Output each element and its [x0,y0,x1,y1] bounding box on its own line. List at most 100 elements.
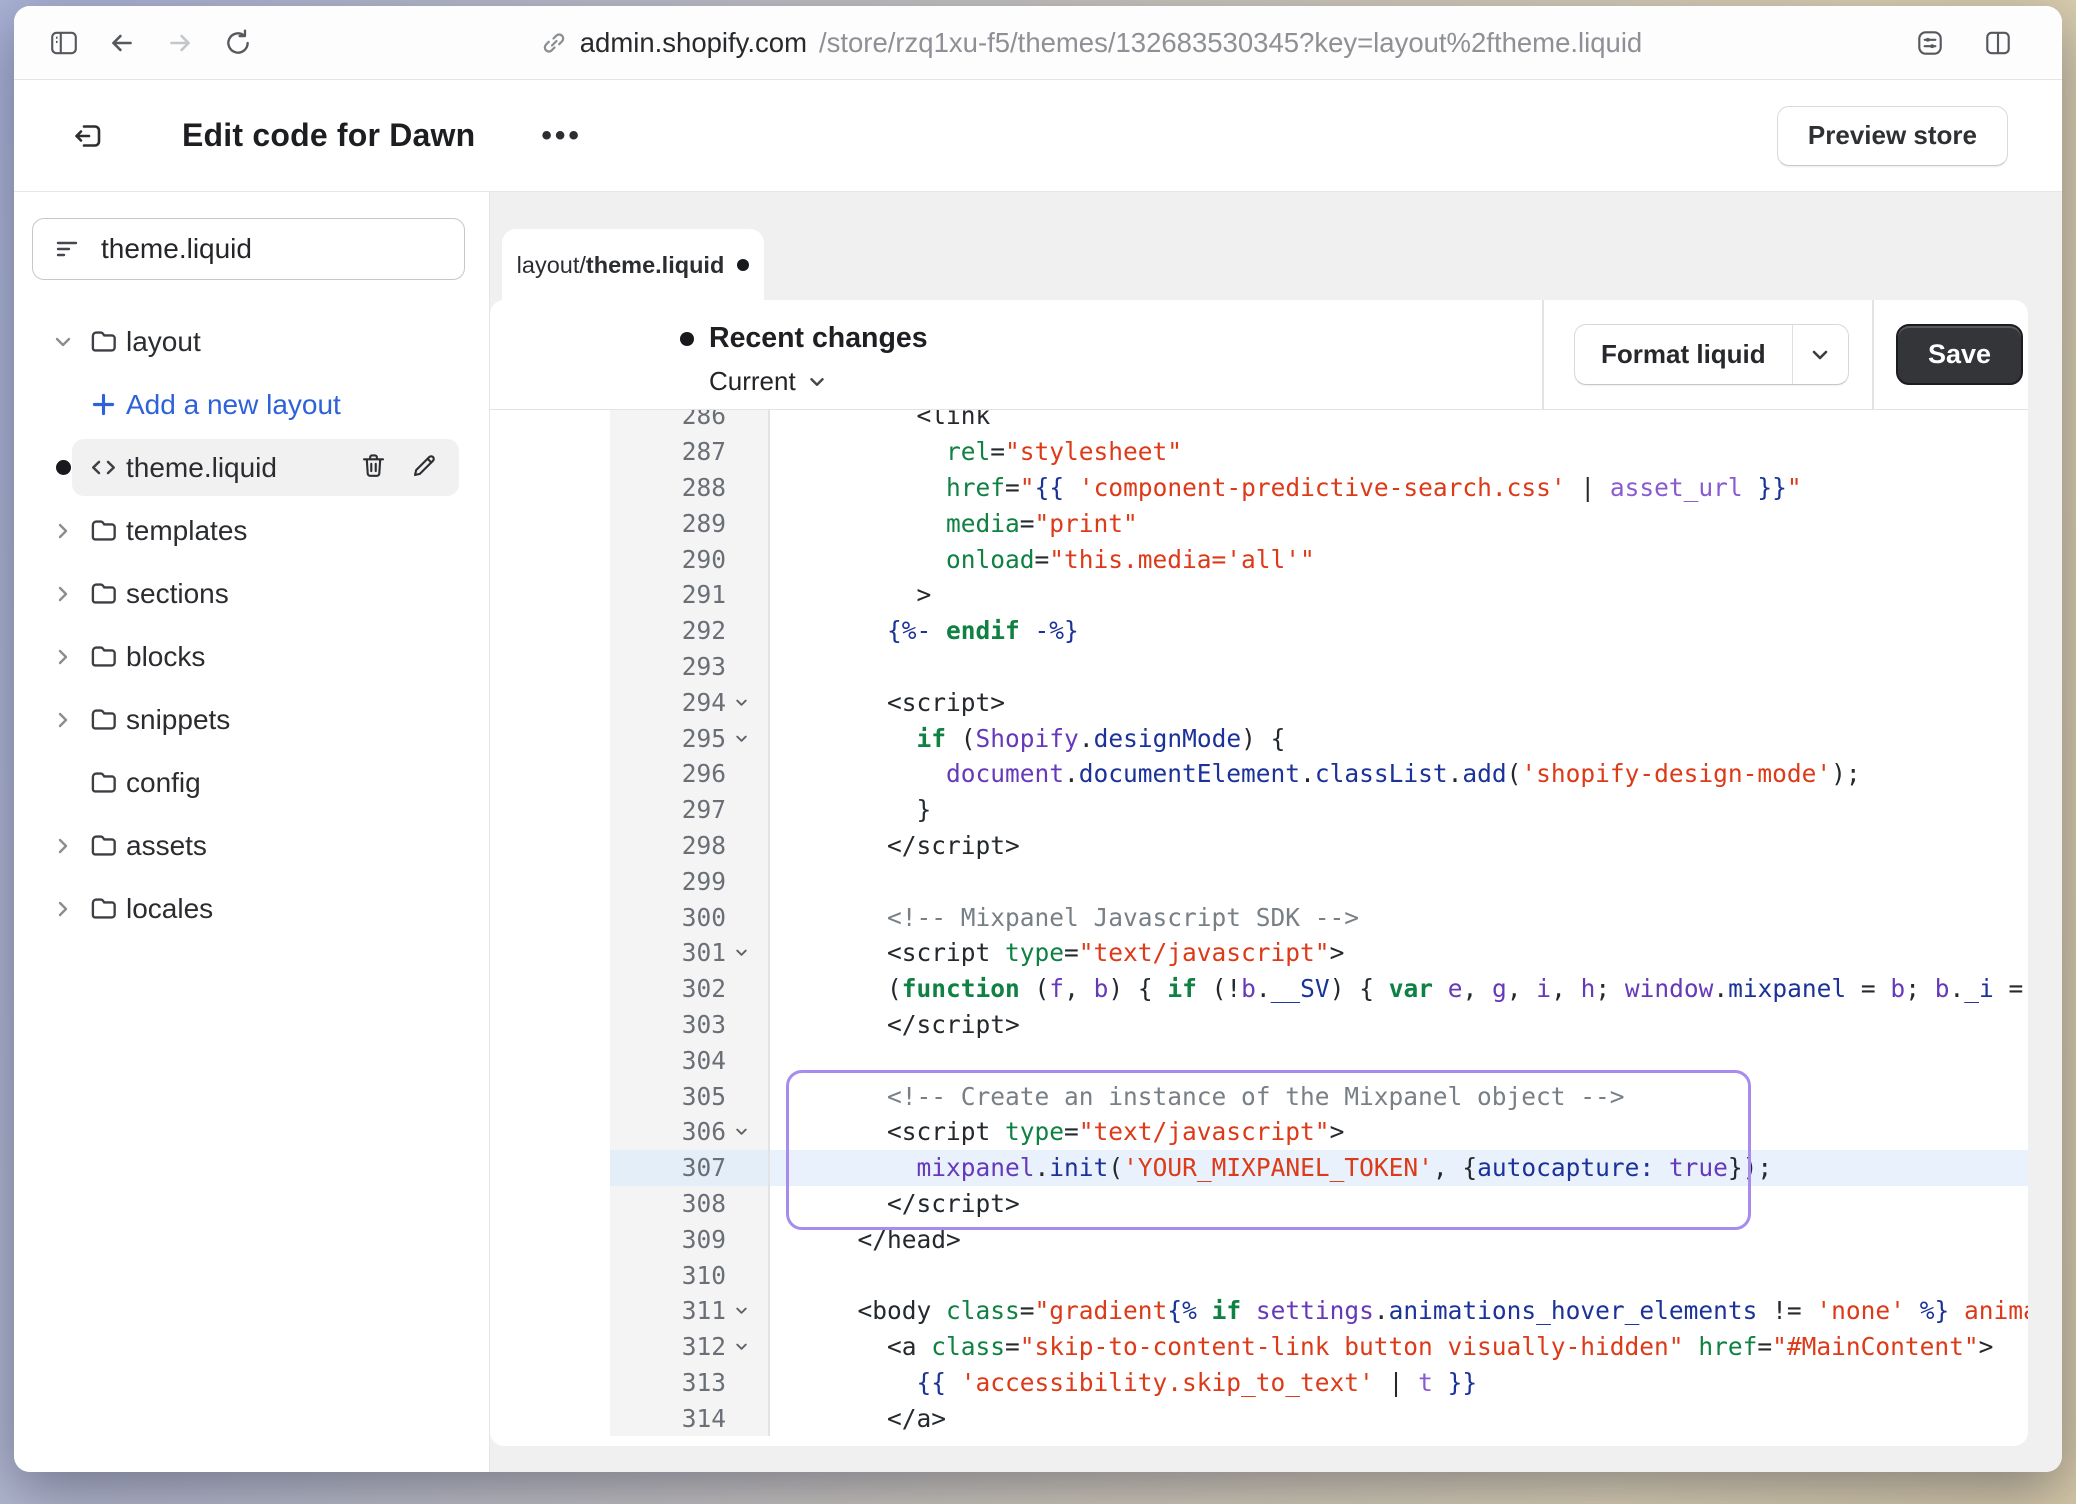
code-line-301[interactable]: 301 <script type="text/javascript"> [490,935,2028,971]
code-line-311[interactable]: 311 <body class="gradient{% if settings.… [490,1293,2028,1329]
code-line-294[interactable]: 294 <script> [490,684,2028,720]
tree-item-label: sections [126,578,229,610]
line-number: 314 [682,1404,726,1433]
more-actions-button[interactable]: ••• [541,121,582,151]
line-number: 309 [682,1225,726,1254]
tree-item-blocks[interactable]: blocks [32,625,465,688]
editor-area: layout/theme.liquid Recent changes Curre… [490,192,2062,1472]
tree-item-locales[interactable]: locales [32,877,465,940]
code-line-287[interactable]: 287 rel="stylesheet" [490,434,2028,470]
preview-store-button[interactable]: Preview store [1777,106,2008,166]
back-icon[interactable] [100,21,144,65]
tree-item-layout[interactable]: layout [32,310,465,373]
line-gutter: 296 [610,756,770,792]
tree-item-sections[interactable]: sections [32,562,465,625]
format-liquid-button[interactable]: Format liquid [1575,325,1792,384]
gutter-margin [490,863,610,899]
chevron-right-icon[interactable] [46,646,80,668]
trash-icon[interactable] [359,451,388,485]
code-line-297[interactable]: 297 } [490,792,2028,828]
code-line-288[interactable]: 288 href="{{ 'component-predictive-searc… [490,470,2028,506]
code-line-304[interactable]: 304 [490,1042,2028,1078]
extensions-icon[interactable] [1908,21,1952,65]
file-filter[interactable] [32,218,465,280]
code-line-291[interactable]: 291 > [490,577,2028,613]
line-gutter: 302 [610,971,770,1007]
fold-chevron-icon[interactable] [732,729,758,748]
chevron-right-icon[interactable] [46,898,80,920]
split-view-icon[interactable] [1976,21,2020,65]
line-gutter: 314 [610,1400,770,1436]
url-path: /store/rzq1xu-f5/themes/132683530345?key… [819,27,1642,59]
fold-chevron-icon[interactable] [732,943,758,962]
code-line-314[interactable]: 314 </a> [490,1400,2028,1436]
line-gutter: 308 [610,1186,770,1222]
code-line-302[interactable]: 302 (function (f, b) { if (!b.__SV) { va… [490,971,2028,1007]
reload-icon[interactable] [216,21,260,65]
code-line-309[interactable]: 309 </head> [490,1221,2028,1257]
fold-chevron-icon[interactable] [732,693,758,712]
code-line-303[interactable]: 303 </script> [490,1007,2028,1043]
tree-item-templates[interactable]: templates [32,499,465,562]
tab-theme-liquid[interactable]: layout/theme.liquid [502,229,764,301]
code-line-306[interactable]: 306 <script type="text/javascript"> [490,1114,2028,1150]
fold-chevron-icon[interactable] [732,1301,758,1320]
tree-item-assets[interactable]: assets [32,814,465,877]
code-line-300[interactable]: 300 <!-- Mixpanel Javascript SDK --> [490,899,2028,935]
code-line-296[interactable]: 296 document.documentElement.classList.a… [490,756,2028,792]
code-line-289[interactable]: 289 media="print" [490,505,2028,541]
code-line-295[interactable]: 295 if (Shopify.designMode) { [490,720,2028,756]
code-line-293[interactable]: 293 [490,649,2028,685]
chevron-right-icon[interactable] [46,835,80,857]
fold-chevron-icon[interactable] [732,1337,758,1356]
line-gutter: 300 [610,899,770,935]
code-line-text: } [770,792,2028,828]
code-icon [80,453,126,482]
code-line-290[interactable]: 290 onload="this.media='all'" [490,541,2028,577]
fold-chevron-icon[interactable] [732,1122,758,1141]
code-line-298[interactable]: 298 </script> [490,828,2028,864]
line-gutter: 310 [610,1257,770,1293]
chevron-right-icon[interactable] [46,709,80,731]
tree-item-theme-liquid[interactable]: theme.liquid [32,436,465,499]
folder-icon [80,327,126,356]
editor-panel-header: Recent changes Current Format liquid [490,300,2028,410]
chevron-right-icon[interactable] [46,583,80,605]
add-layout-link[interactable]: Add a new layout [32,373,465,436]
code-line-312[interactable]: 312 <a class="skip-to-content-link butto… [490,1329,2028,1365]
tree-item-label: assets [126,830,207,862]
line-gutter: 291 [610,577,770,613]
line-number: 313 [682,1368,726,1397]
pencil-icon[interactable] [410,451,439,485]
address-bar[interactable]: admin.shopify.com/store/rzq1xu-f5/themes… [274,27,1908,59]
code-line-308[interactable]: 308 </script> [490,1186,2028,1222]
file-filter-input[interactable] [99,232,444,266]
tree-item-config[interactable]: config [32,751,465,814]
gutter-margin [490,541,610,577]
gutter-margin [490,1186,610,1222]
unsaved-dot [737,259,749,271]
version-dropdown[interactable]: Current [709,366,828,397]
code-line-310[interactable]: 310 [490,1257,2028,1293]
code-line-299[interactable]: 299 [490,863,2028,899]
line-gutter: 297 [610,792,770,828]
chevron-right-icon[interactable] [46,520,80,542]
file-sidebar: layoutAdd a new layouttheme.liquidtempla… [14,192,490,1472]
code-line-286[interactable]: 286 <link [490,410,2028,434]
save-button[interactable]: Save [1896,324,2023,385]
code-editor[interactable]: 286 <link287 rel="stylesheet"288 href="{… [490,410,2028,1446]
code-line-292[interactable]: 292 {%- endif -%} [490,613,2028,649]
gutter-margin [490,1257,610,1293]
tree-item-snippets[interactable]: snippets [32,688,465,751]
line-number: 312 [682,1332,726,1361]
code-line-307[interactable]: 307 mixpanel.init('YOUR_MIXPANEL_TOKEN',… [490,1150,2028,1186]
exit-editor-icon[interactable] [66,113,112,159]
sidebar-toggle-icon[interactable] [42,21,86,65]
gutter-margin [490,1078,610,1114]
code-line-305[interactable]: 305 <!-- Create an instance of the Mixpa… [490,1078,2028,1114]
format-options-button[interactable] [1792,325,1848,384]
code-line-text: onload="this.media='all'" [770,541,2028,577]
chevron-down-icon[interactable] [46,331,80,353]
gutter-margin [490,935,610,971]
code-line-313[interactable]: 313 {{ 'accessibility.skip_to_text' | t … [490,1365,2028,1401]
